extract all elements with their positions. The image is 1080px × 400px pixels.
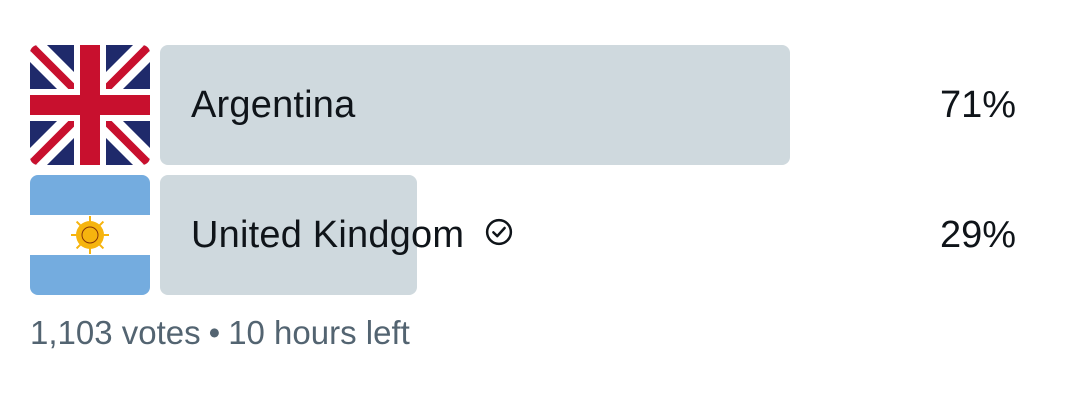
poll-option: United Kindgom 29% (30, 175, 1030, 295)
poll-footer: 1,103 votes • 10 hours left (30, 314, 410, 352)
argentina-flag-icon (30, 175, 150, 295)
option-label-text: United Kindgom (191, 213, 465, 256)
option-label: United Kindgom (191, 175, 514, 295)
check-circle-icon (484, 217, 514, 247)
united-kingdom-flag-icon (30, 45, 150, 165)
time-left: 10 hours left (228, 314, 410, 351)
option-label: Argentina (191, 45, 355, 165)
option-label-text: Argentina (191, 83, 356, 126)
vote-count: 1,103 votes (30, 314, 201, 351)
poll-card: Argentina 71% United Kindgom 29% 1,103 v… (0, 0, 1080, 400)
option-percent: 71% (939, 83, 1016, 126)
separator: • (208, 314, 221, 351)
poll-option: Argentina 71% (30, 45, 1030, 165)
option-percent: 29% (939, 213, 1016, 256)
